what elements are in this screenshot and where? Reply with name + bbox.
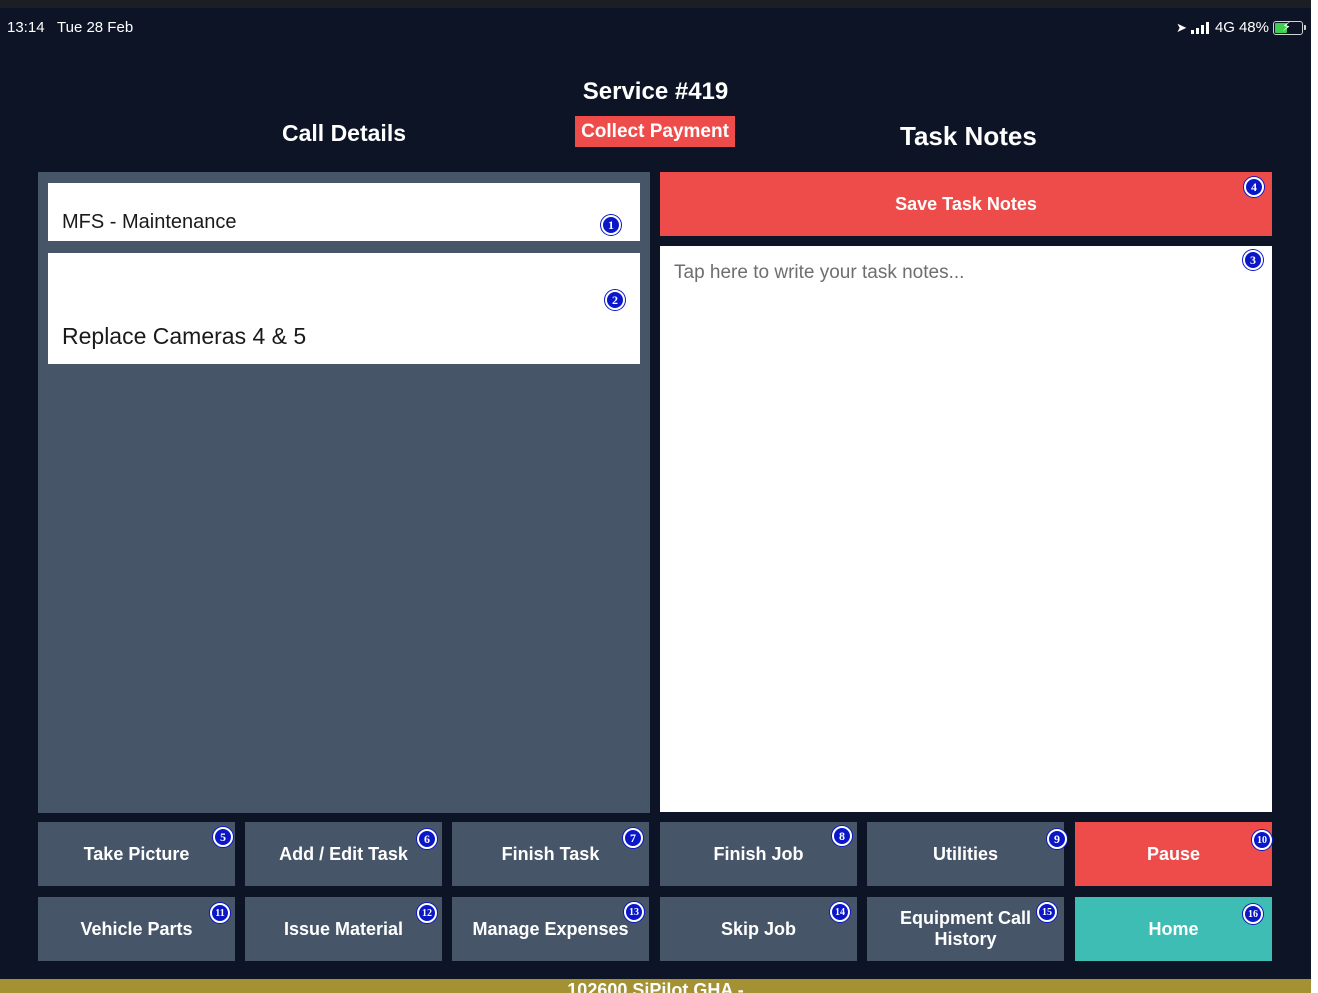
add-edit-task-button[interactable]: Add / Edit Task 6 <box>245 822 442 886</box>
manage-expenses-button[interactable]: Manage Expenses 13 <box>452 897 649 961</box>
finish-job-label: Finish Job <box>713 843 804 864</box>
status-time: 13:14 <box>7 19 45 36</box>
task-notes-title: Task Notes <box>900 121 1037 151</box>
marker-badge-5: 5 <box>213 827 233 847</box>
equipment-call-history-label: Equipment Call History <box>899 908 1031 949</box>
call-description-text: Replace Cameras 4 & 5 <box>62 323 307 349</box>
marker-badge-6: 6 <box>417 829 437 849</box>
utilities-button[interactable]: Utilities 9 <box>867 822 1067 886</box>
marker-badge-14: 14 <box>830 902 850 922</box>
marker-badge-12: 12 <box>417 903 437 923</box>
status-indicators: ➤ 4G 48% ⚡ <box>1176 18 1306 36</box>
take-picture-label: Take Picture <box>83 843 190 864</box>
take-picture-button[interactable]: Take Picture 5 <box>38 822 235 886</box>
network-type: 4G <box>1214 19 1235 36</box>
marker-badge-2: 2 <box>605 290 625 310</box>
call-description-card[interactable]: Replace Cameras 4 & 5 2 <box>48 253 640 364</box>
collect-payment-button[interactable]: Collect Payment <box>575 116 735 147</box>
home-button[interactable]: Home 16 <box>1075 897 1272 961</box>
save-task-notes-label: Save Task Notes <box>895 193 1037 214</box>
call-details-panel: MFS - Maintenance 1 Replace Cameras 4 & … <box>38 172 650 813</box>
save-task-notes-button[interactable]: Save Task Notes 4 <box>660 172 1272 236</box>
skip-job-button[interactable]: Skip Job 14 <box>660 897 857 961</box>
marker-badge-4: 4 <box>1244 177 1264 197</box>
vehicle-parts-label: Vehicle Parts <box>80 918 193 939</box>
marker-badge-15: 15 <box>1037 902 1057 922</box>
app-screen: 13:14 Tue 28 Feb ➤ 4G 48% ⚡ Service #419… <box>0 0 1311 993</box>
manage-expenses-label: Manage Expenses <box>472 918 629 939</box>
battery-nub <box>1304 24 1306 30</box>
marker-badge-16: 16 <box>1243 904 1263 924</box>
marker-badge-9: 9 <box>1047 829 1067 849</box>
utilities-label: Utilities <box>932 843 998 864</box>
call-details-title: Call Details <box>282 120 406 146</box>
service-title: Service #419 <box>582 78 729 105</box>
home-label: Home <box>1148 918 1199 939</box>
footer-bar: 102600 SiPilot GHA - <box>0 979 1311 993</box>
marker-badge-3: 3 <box>1243 250 1263 270</box>
add-edit-task-label: Add / Edit Task <box>279 843 408 864</box>
pause-label: Pause <box>1146 843 1201 864</box>
call-category-card[interactable]: MFS - Maintenance 1 <box>48 183 640 241</box>
status-bar: 13:14 Tue 28 Feb ➤ 4G 48% ⚡ <box>0 16 1311 40</box>
finish-task-button[interactable]: Finish Task 7 <box>452 822 649 886</box>
marker-badge-11: 11 <box>210 903 230 923</box>
battery-percent: 48% <box>1238 19 1269 36</box>
charging-bolt-icon: ⚡ <box>1282 18 1292 34</box>
marker-badge-10: 10 <box>1252 830 1272 850</box>
location-arrow-icon: ➤ <box>1176 19 1187 35</box>
finish-job-button[interactable]: Finish Job 8 <box>660 822 857 886</box>
marker-badge-7: 7 <box>623 828 643 848</box>
equipment-call-history-button[interactable]: Equipment Call History 15 <box>867 897 1064 961</box>
task-notes-textarea[interactable] <box>660 246 1272 812</box>
issue-material-button[interactable]: Issue Material 12 <box>245 897 442 961</box>
issue-material-label: Issue Material <box>283 918 404 939</box>
cellular-signal-icon <box>1190 21 1209 34</box>
marker-badge-13: 13 <box>624 902 644 922</box>
marker-badge-1: 1 <box>601 215 621 235</box>
skip-job-label: Skip Job <box>720 918 796 939</box>
status-date: Tue 28 Feb <box>57 19 134 36</box>
battery-charging-icon: ⚡ <box>1273 18 1306 35</box>
pause-button[interactable]: Pause 10 <box>1075 822 1272 886</box>
finish-task-label: Finish Task <box>501 843 600 864</box>
call-category-text: MFS - Maintenance <box>62 211 237 233</box>
marker-badge-8: 8 <box>832 826 852 846</box>
vehicle-parts-button[interactable]: Vehicle Parts 11 <box>38 897 235 961</box>
